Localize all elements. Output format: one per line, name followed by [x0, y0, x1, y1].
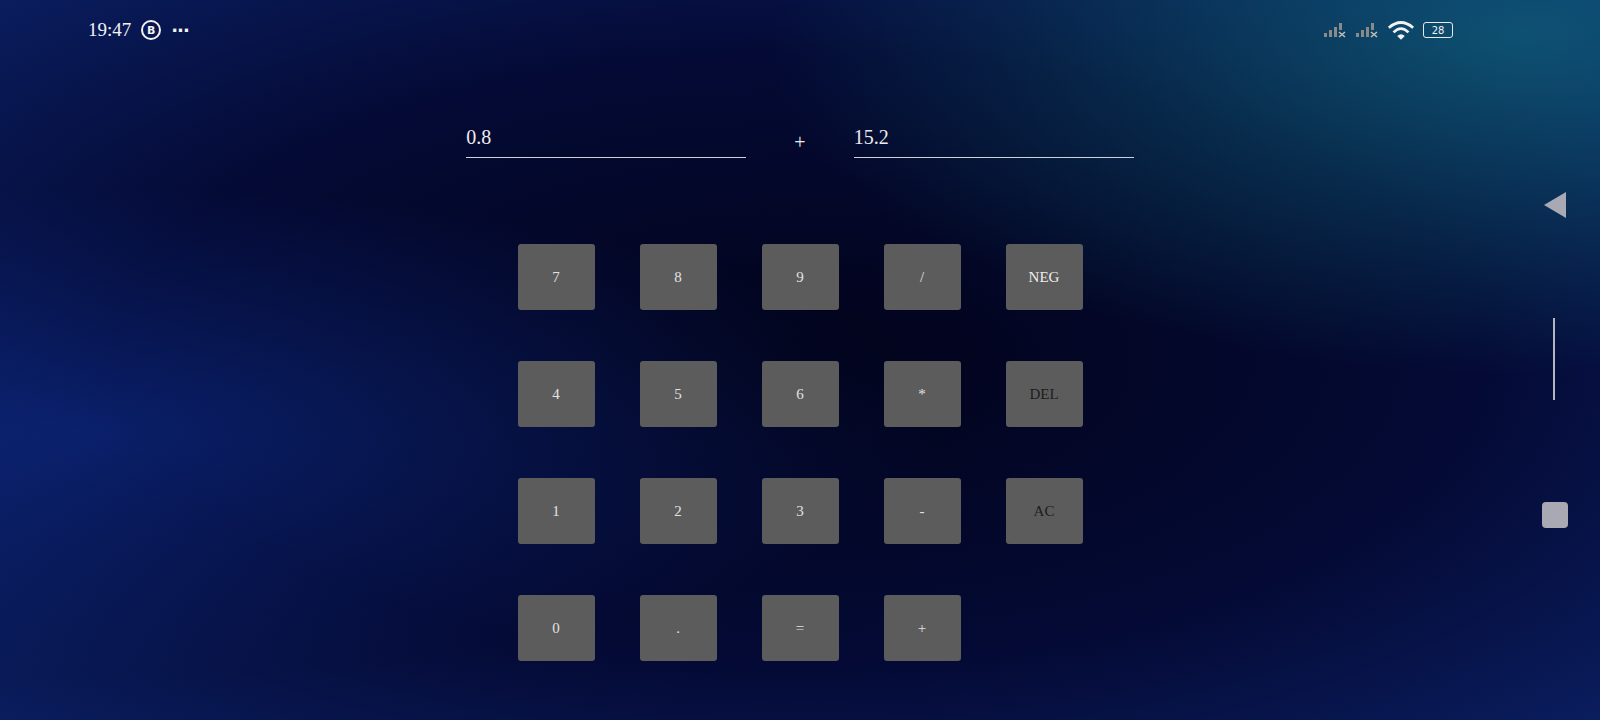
operator-label: + [794, 131, 805, 158]
keypad: 789 / NEG 456 * DEL 123-AC 0. = + [518, 244, 1083, 661]
scroll-handle-icon[interactable] [1553, 318, 1555, 400]
key-button[interactable]: NEG [1006, 244, 1083, 310]
key-button[interactable]: 1 [518, 478, 595, 544]
notification-b-icon: B [141, 20, 161, 40]
key-button[interactable]: + [884, 595, 961, 661]
left-operand-field[interactable] [466, 126, 746, 158]
calculator-screen: 19:47 B ··· 28 +789 / NEG 456 * DEL 123-AC 0. = + [0, 0, 1600, 720]
status-right: 28 [1323, 20, 1453, 41]
key-button[interactable]: 0 [518, 595, 595, 661]
key-button[interactable]: = [762, 595, 839, 661]
more-notifications-icon: ··· [171, 20, 189, 41]
battery-icon: 28 [1423, 22, 1453, 38]
signal-off-icon [1323, 22, 1347, 38]
key-button[interactable]: 8 [640, 244, 717, 310]
status-left: 19:47 B ··· [88, 19, 189, 41]
status-bar: 19:47 B ··· 28 [0, 0, 1600, 60]
key-button[interactable]: 9 [762, 244, 839, 310]
battery-level: 28 [1432, 25, 1445, 36]
navigation-bar [1540, 0, 1570, 720]
key-button[interactable]: / [884, 244, 961, 310]
key-button[interactable]: 3 [762, 478, 839, 544]
key-button[interactable]: . [640, 595, 717, 661]
key-button[interactable]: 5 [640, 361, 717, 427]
key-button[interactable]: 4 [518, 361, 595, 427]
key-button[interactable]: AC [1006, 478, 1083, 544]
wifi-icon [1387, 20, 1415, 41]
signal-off-icon [1355, 22, 1379, 38]
back-triangle-icon[interactable] [1542, 190, 1568, 220]
key-button[interactable]: - [884, 478, 961, 544]
key-button[interactable]: 7 [518, 244, 595, 310]
key-button[interactable]: * [884, 361, 961, 427]
recents-square-icon[interactable] [1542, 502, 1568, 528]
clock: 19:47 [88, 19, 131, 41]
calculator: +789 / NEG 456 * DEL 123-AC 0. = + [0, 60, 1600, 661]
expression-row: + [466, 126, 1133, 158]
right-operand-field[interactable] [854, 126, 1134, 158]
key-button[interactable]: 2 [640, 478, 717, 544]
key-button[interactable]: 6 [762, 361, 839, 427]
key-button[interactable]: DEL [1006, 361, 1083, 427]
